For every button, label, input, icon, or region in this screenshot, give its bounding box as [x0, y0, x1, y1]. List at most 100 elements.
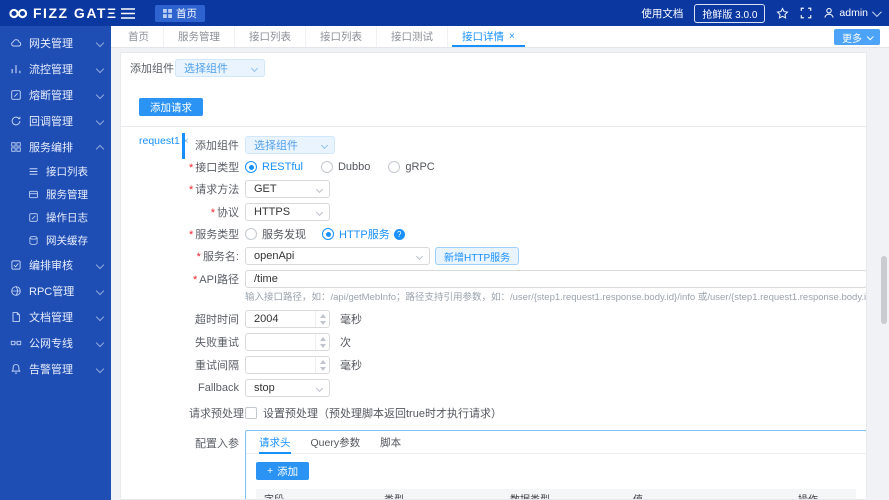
tab-service-management[interactable]: 服务管理 [163, 26, 234, 47]
chevron-down-icon [95, 338, 105, 348]
timeout-stepper[interactable] [245, 310, 330, 328]
sidebar-item-label: 接口列表 [46, 166, 88, 178]
radio-icon[interactable] [245, 228, 257, 240]
api-type-radio-restful[interactable]: RESTful [245, 161, 303, 173]
stepper-icons[interactable] [315, 334, 329, 350]
page-tabbar: 首页 服务管理 接口列表 接口列表 接口测试 接口详情 × 更多 [111, 26, 889, 48]
api-type-label: * 接口类型 [189, 162, 240, 174]
add-request-button[interactable]: 添加请求 [139, 98, 203, 116]
docs-link[interactable]: 使用文档 [641, 6, 683, 21]
sidebar-item-label: 熔断管理 [29, 90, 73, 102]
chevron-down-icon [315, 185, 324, 194]
radio-icon[interactable] [388, 161, 401, 173]
tab-query-params[interactable]: Query参数 [311, 431, 361, 453]
sidebar-item-orchestration-audit[interactable]: 编排审核 [0, 252, 111, 278]
chevron-down-icon [95, 364, 105, 374]
col-data-type: 数据类型 [502, 491, 625, 499]
fullscreen-icon[interactable] [800, 7, 812, 19]
card-icon [28, 189, 39, 200]
chevron-down-icon [250, 64, 259, 73]
app-logo-text: FIZZ GATΞ [33, 5, 118, 21]
link-icon [10, 337, 22, 349]
header-home-label: 首页 [176, 7, 197, 20]
add-component-label: 添加组件 [130, 63, 174, 75]
username-label: admin [839, 7, 868, 19]
stepper-icons[interactable] [315, 357, 329, 373]
retry-interval-label: 重试间隔 [195, 360, 239, 372]
api-path-input[interactable] [245, 270, 866, 288]
sidebar-item-label: 公网专线 [29, 338, 73, 350]
service-type-label: * 服务类型 [189, 229, 240, 241]
user-menu[interactable]: admin [823, 6, 882, 19]
chevron-down-icon [95, 64, 105, 74]
service-type-radio-http[interactable]: HTTP服务 ? [322, 226, 405, 242]
grid-icon [10, 141, 22, 153]
chevron-down-icon [95, 260, 105, 270]
component-select[interactable]: 选择组件 [175, 59, 265, 77]
content-card: 添加组件 选择组件 添加请求 request1 × 添加组件 选择组件 * 接口… [120, 52, 867, 500]
help-icon[interactable]: ? [393, 228, 405, 240]
retry-interval-stepper[interactable] [245, 356, 330, 374]
add-component-label: 添加组件 [195, 140, 239, 152]
method-select[interactable]: GET [245, 180, 330, 198]
bell-icon [10, 363, 22, 375]
preprocess-checkbox[interactable] [245, 407, 257, 419]
tab-home[interactable]: 首页 [114, 26, 163, 47]
vertical-scrollbar[interactable] [881, 256, 887, 324]
col-type: 类型 [376, 491, 502, 499]
component-select-request[interactable]: 选择组件 [245, 136, 335, 154]
radio-icon[interactable] [245, 161, 257, 173]
sidebar-item-orchestration[interactable]: 服务编排 [0, 134, 111, 160]
star-icon[interactable] [776, 6, 789, 20]
sidebar-item-circuit-breaker[interactable]: 熔断管理 [0, 82, 111, 108]
chevron-down-icon [95, 312, 105, 322]
sidebar-item-label: 流控管理 [29, 64, 73, 76]
api-path-label: * API路径 [192, 274, 239, 286]
sidebar-item-document[interactable]: 文档管理 [0, 304, 111, 330]
api-type-radio-grpc[interactable]: gRPC [388, 161, 435, 173]
add-param-button[interactable]: + 添加 [256, 462, 310, 480]
config-tabs: 请求头 Query参数 脚本 [246, 431, 866, 454]
close-icon[interactable]: × [509, 31, 515, 42]
protocol-select[interactable]: HTTPS [245, 203, 330, 221]
header-home-menu[interactable]: 首页 [155, 4, 205, 22]
preprocess-label: 请求预处理 [189, 408, 244, 420]
tab-interface-list-2[interactable]: 接口列表 [305, 26, 376, 47]
grid-icon [163, 8, 172, 18]
cloud-icon [10, 37, 22, 49]
fallback-select[interactable]: stop [245, 379, 330, 397]
sidebar-item-operation-log[interactable]: 操作日志 [0, 206, 111, 229]
api-type-radio-dubbo[interactable]: Dubbo [320, 161, 370, 173]
radio-icon[interactable] [322, 228, 334, 240]
sidebar-item-gateway[interactable]: 网关管理 [0, 30, 111, 56]
top-header: FIZZ GATΞ 首页 使用文档 抢鲜版 3.0.0 admin [0, 0, 889, 26]
gauge-icon [10, 89, 22, 101]
sidebar-item-alert[interactable]: 告警管理 [0, 356, 111, 382]
chart-icon [10, 63, 22, 75]
version-badge[interactable]: 抢鲜版 3.0.0 [694, 3, 766, 23]
service-name-select[interactable]: openApi [245, 247, 430, 265]
sidebar-item-gateway-cache[interactable]: 网关缓存 [0, 229, 111, 252]
more-button[interactable]: 更多 [834, 29, 880, 45]
sidebar-item-interface-list[interactable]: 接口列表 [0, 160, 111, 183]
tab-interface-detail[interactable]: 接口详情 × [447, 26, 529, 47]
retry-stepper[interactable] [245, 333, 330, 351]
tab-request-header[interactable]: 请求头 [259, 431, 291, 454]
app-logo: FIZZ GATΞ [0, 5, 116, 21]
stepper-icons[interactable] [315, 311, 329, 327]
tab-interface-test[interactable]: 接口测试 [376, 26, 447, 47]
sidebar-item-callback[interactable]: 回调管理 [0, 108, 111, 134]
request-rail: request1 × [130, 130, 189, 499]
sidebar-item-rpc[interactable]: RPC管理 [0, 278, 111, 304]
sidebar-item-flow-control[interactable]: 流控管理 [0, 56, 111, 82]
tab-interface-list-1[interactable]: 接口列表 [234, 26, 305, 47]
radio-icon[interactable] [320, 161, 333, 173]
sidebar-item-public-line[interactable]: 公网专线 [0, 330, 111, 356]
new-http-service-button[interactable]: 新增HTTP服务 [435, 247, 520, 265]
sidebar-item-label: 回调管理 [29, 116, 73, 128]
tab-script[interactable]: 脚本 [380, 431, 401, 453]
menu-toggle-icon[interactable] [121, 7, 135, 19]
service-type-radio-discovery[interactable]: 服务发现 [245, 226, 306, 242]
sidebar-item-service-management[interactable]: 服务管理 [0, 183, 111, 206]
params-table: 字段 类型 数据类型 值 操作 [256, 489, 856, 499]
